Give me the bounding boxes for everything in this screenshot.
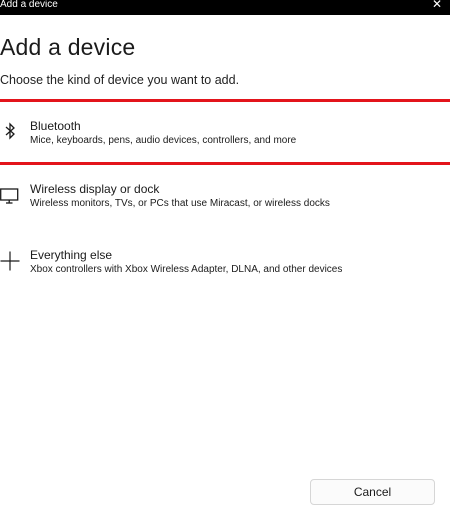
bluetooth-icon xyxy=(0,121,20,141)
page-subtitle: Choose the kind of device you want to ad… xyxy=(0,73,240,87)
option-name: Bluetooth xyxy=(30,119,81,133)
title-bar: Add a device ✕ xyxy=(0,0,450,15)
option-name: Wireless display or dock xyxy=(30,182,160,196)
plus-icon xyxy=(0,251,20,271)
option-description: Wireless monitors, TVs, or PCs that use … xyxy=(30,198,330,209)
option-name: Everything else xyxy=(30,248,113,262)
option-bluetooth[interactable]: Bluetooth Mice, keyboards, pens, audio d… xyxy=(0,99,450,165)
page-title: Add a device xyxy=(0,34,136,60)
close-icon[interactable]: ✕ xyxy=(432,0,442,10)
window-title: Add a device xyxy=(0,0,58,10)
option-everything-else[interactable]: Everything else Xbox controllers with Xb… xyxy=(0,243,450,299)
option-wireless-display[interactable]: Wireless display or dock Wireless monito… xyxy=(0,178,450,234)
monitor-icon xyxy=(0,186,20,206)
cancel-button[interactable]: Cancel xyxy=(310,479,435,505)
option-description: Mice, keyboards, pens, audio devices, co… xyxy=(30,135,297,146)
option-description: Xbox controllers with Xbox Wireless Adap… xyxy=(30,264,343,275)
